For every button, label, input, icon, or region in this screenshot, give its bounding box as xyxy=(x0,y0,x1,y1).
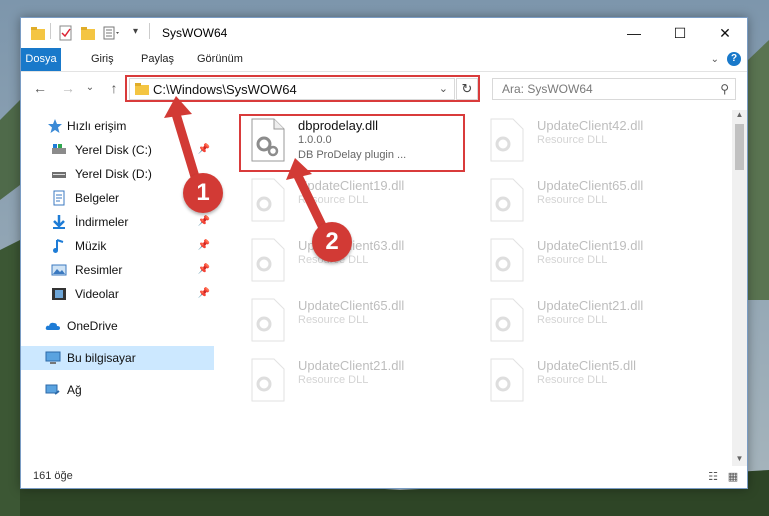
step-badge-2: 2 xyxy=(312,222,352,262)
step-badge-1: 1 xyxy=(183,173,223,213)
annotation-arrows xyxy=(164,96,331,239)
